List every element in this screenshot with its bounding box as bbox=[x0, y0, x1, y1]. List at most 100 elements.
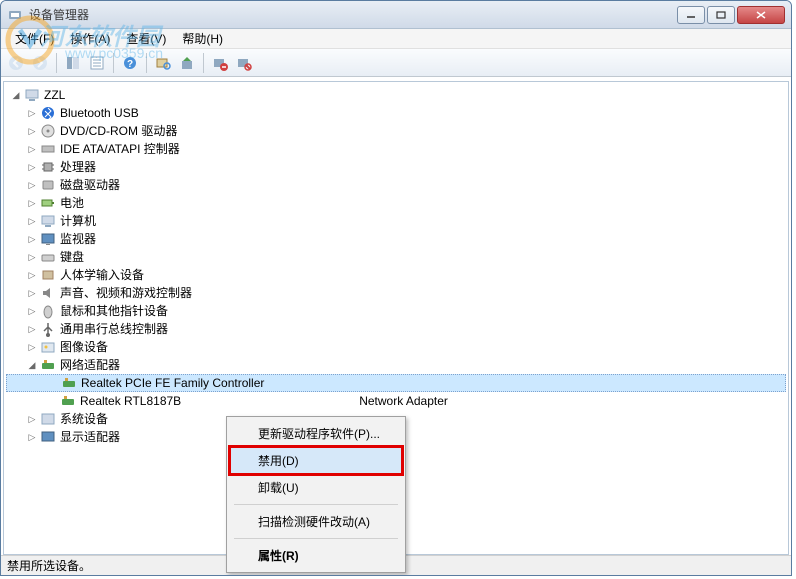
expand-icon[interactable]: ▷ bbox=[26, 431, 38, 443]
disable-button[interactable] bbox=[233, 52, 255, 74]
menu-file[interactable]: 文件(F) bbox=[7, 28, 62, 49]
tree-root[interactable]: ◢ ZZL bbox=[6, 86, 786, 104]
tree-device-realtek-rtl8187b[interactable]: Realtek RTL8187B Network Adapter bbox=[6, 392, 786, 410]
device-manager-window: 设备管理器 文件(F) 操作(A) 查看(V) 帮助(H) ? ◢ bbox=[0, 0, 792, 576]
computer-icon bbox=[24, 87, 40, 103]
expand-icon[interactable]: ▷ bbox=[26, 107, 38, 119]
update-driver-button[interactable] bbox=[176, 52, 198, 74]
disk-icon bbox=[40, 177, 56, 193]
bluetooth-icon bbox=[40, 105, 56, 121]
ctx-separator bbox=[234, 538, 398, 539]
battery-icon bbox=[40, 195, 56, 211]
app-icon bbox=[7, 7, 23, 23]
tree-category-label: 鼠标和其他指针设备 bbox=[60, 302, 168, 320]
expand-icon[interactable]: ▷ bbox=[26, 233, 38, 245]
help-button[interactable]: ? bbox=[119, 52, 141, 74]
expand-icon[interactable]: ▷ bbox=[26, 341, 38, 353]
tree-category[interactable]: ▷ 处理器 bbox=[6, 158, 786, 176]
system-icon bbox=[40, 411, 56, 427]
network-icon bbox=[40, 357, 56, 373]
tree-category-label: 显示适配器 bbox=[60, 428, 120, 446]
tree-category[interactable]: ▷ 监视器 bbox=[6, 230, 786, 248]
menu-view[interactable]: 查看(V) bbox=[118, 28, 174, 49]
tree-device-label-prefix: Realtek RTL8187B bbox=[80, 392, 181, 410]
properties-button[interactable] bbox=[86, 52, 108, 74]
monitor-icon bbox=[40, 231, 56, 247]
computer-icon bbox=[40, 213, 56, 229]
tree-category-label: 图像设备 bbox=[60, 338, 108, 356]
uninstall-button[interactable] bbox=[209, 52, 231, 74]
titlebar[interactable]: 设备管理器 bbox=[1, 1, 791, 29]
tree-category[interactable]: ▷ 电池 bbox=[6, 194, 786, 212]
tree-category[interactable]: ▷声音、视频和游戏控制器 bbox=[6, 284, 786, 302]
mouse-icon bbox=[40, 303, 56, 319]
expand-icon[interactable]: ▷ bbox=[26, 179, 38, 191]
ctx-update-driver[interactable]: 更新驱动程序软件(P)... bbox=[230, 420, 402, 447]
back-button[interactable] bbox=[5, 52, 27, 74]
tree-device-label: Realtek PCIe FE Family Controller bbox=[81, 374, 264, 392]
ctx-uninstall[interactable]: 卸载(U) bbox=[230, 474, 402, 501]
tree-category[interactable]: ▷DVD/CD-ROM 驱动器 bbox=[6, 122, 786, 140]
tree-category[interactable]: ▷ 鼠标和其他指针设备 bbox=[6, 302, 786, 320]
network-adapter-icon bbox=[60, 393, 76, 409]
hid-icon bbox=[40, 267, 56, 283]
status-text: 禁用所选设备。 bbox=[7, 557, 91, 574]
expand-icon[interactable]: ▷ bbox=[26, 251, 38, 263]
tree-device-realtek-pcie[interactable]: Realtek PCIe FE Family Controller bbox=[6, 374, 786, 392]
tree-category[interactable]: ▷ 图像设备 bbox=[6, 338, 786, 356]
cpu-icon bbox=[40, 159, 56, 175]
tree-device-label-suffix: Network Adapter bbox=[359, 392, 448, 410]
expand-icon[interactable]: ▷ bbox=[26, 125, 38, 137]
tree-category[interactable]: ▷ 人体学输入设备 bbox=[6, 266, 786, 284]
ctx-properties[interactable]: 属性(R) bbox=[230, 542, 402, 569]
menu-help[interactable]: 帮助(H) bbox=[174, 28, 231, 49]
expand-icon[interactable]: ▷ bbox=[26, 305, 38, 317]
sound-icon bbox=[40, 285, 56, 301]
toolbar: ? bbox=[1, 49, 791, 77]
tree-category[interactable]: ▷ 磁盘驱动器 bbox=[6, 176, 786, 194]
expand-icon[interactable]: ▷ bbox=[26, 269, 38, 281]
tree-category[interactable]: ▷ IDE ATA/ATAPI 控制器 bbox=[6, 140, 786, 158]
tree-category-label: 通用串行总线控制器 bbox=[60, 320, 168, 338]
context-menu: 更新驱动程序软件(P)... 禁用(D) 卸载(U) 扫描检测硬件改动(A) 属… bbox=[226, 416, 406, 573]
tree-category-label: IDE ATA/ATAPI 控制器 bbox=[60, 140, 180, 158]
menubar: 文件(F) 操作(A) 查看(V) 帮助(H) bbox=[1, 29, 791, 49]
tree-category-label: 键盘 bbox=[60, 248, 84, 266]
svg-text:?: ? bbox=[127, 59, 133, 70]
scan-hardware-button[interactable] bbox=[152, 52, 174, 74]
tree-category-label: 网络适配器 bbox=[60, 356, 120, 374]
expand-icon[interactable]: ▷ bbox=[26, 287, 38, 299]
keyboard-icon bbox=[40, 249, 56, 265]
ctx-scan-hardware[interactable]: 扫描检测硬件改动(A) bbox=[230, 508, 402, 535]
tree-category[interactable]: ▷ 通用串行总线控制器 bbox=[6, 320, 786, 338]
ctx-disable[interactable]: 禁用(D) bbox=[230, 447, 402, 474]
forward-button[interactable] bbox=[29, 52, 51, 74]
expand-icon[interactable]: ▷ bbox=[26, 215, 38, 227]
ctx-separator bbox=[234, 504, 398, 505]
maximize-button[interactable] bbox=[707, 6, 735, 24]
expand-icon[interactable]: ▷ bbox=[26, 413, 38, 425]
tree-category[interactable]: ▷Bluetooth USB bbox=[6, 104, 786, 122]
minimize-button[interactable] bbox=[677, 6, 705, 24]
menu-action[interactable]: 操作(A) bbox=[62, 28, 118, 49]
tree-category[interactable]: ▷计算机 bbox=[6, 212, 786, 230]
tree-category-label: 磁盘驱动器 bbox=[60, 176, 120, 194]
tree-category-network[interactable]: ◢ 网络适配器 bbox=[6, 356, 786, 374]
collapse-icon[interactable]: ◢ bbox=[10, 89, 22, 101]
expand-icon[interactable]: ▷ bbox=[26, 197, 38, 209]
collapse-icon[interactable]: ◢ bbox=[26, 359, 38, 371]
tree-category[interactable]: ▷ 键盘 bbox=[6, 248, 786, 266]
window-title: 设备管理器 bbox=[29, 6, 677, 23]
tree-category-label: 监视器 bbox=[60, 230, 96, 248]
tree-category-label: 处理器 bbox=[60, 158, 96, 176]
ide-icon bbox=[40, 141, 56, 157]
expand-icon[interactable]: ▷ bbox=[26, 143, 38, 155]
show-hide-tree-button[interactable] bbox=[62, 52, 84, 74]
expand-icon[interactable]: ▷ bbox=[26, 323, 38, 335]
tree-category-label: 人体学输入设备 bbox=[60, 266, 144, 284]
expand-icon[interactable]: ▷ bbox=[26, 161, 38, 173]
image-icon bbox=[40, 339, 56, 355]
close-button[interactable] bbox=[737, 6, 785, 24]
tree-category-label: 电池 bbox=[60, 194, 84, 212]
disc-icon bbox=[40, 123, 56, 139]
